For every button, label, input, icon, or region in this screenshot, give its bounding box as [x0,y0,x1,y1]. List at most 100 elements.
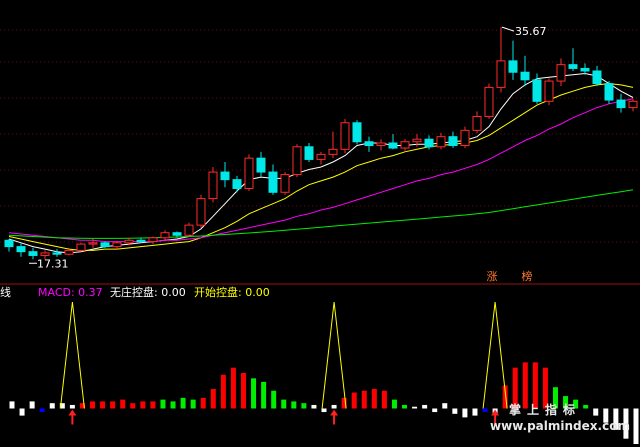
candle-body [304,146,314,160]
candle [256,151,266,178]
indicator-bar [120,399,126,409]
candle [28,247,38,260]
low-price-label: 17.31 [37,257,69,270]
candle-body [160,232,170,239]
indicator-bar [462,408,468,418]
candle-body [4,239,14,248]
candle-body [64,249,74,255]
indicator-legend: 线 MACD: 0.37 无庄控盘: 0.00 开始控盘: 0.00 [0,285,270,299]
indicator-bar [432,408,438,413]
indicator-bar [593,408,599,416]
indicator-bar [29,401,35,409]
candle [568,48,578,71]
indicator-bar [452,408,458,414]
indicator-bar [240,373,246,409]
badges: 涨榜 [487,269,533,283]
watermark-title: 掌上指标 [509,402,581,417]
candle-body [412,138,422,143]
candle-body [232,179,242,189]
candle [304,143,314,162]
indicator-bar [331,404,337,409]
indicator-bar [190,399,196,409]
candle [292,144,302,178]
legend-item-3: 开始控盘: 0.00 [194,285,270,299]
candle-body [448,136,458,147]
indicator-bar [361,390,367,409]
candle-body [424,138,434,148]
arrow-head [491,409,500,416]
candle-body [496,60,506,88]
candle-body [52,252,62,255]
indicator-bar [472,408,478,416]
candle-body [112,242,122,248]
indicator-bar [39,408,45,413]
candle-body [292,146,302,176]
candle-body [76,243,86,251]
indicator-bar [90,401,96,409]
candle [76,242,86,252]
candle [208,167,218,203]
indicator-bar [371,388,377,409]
candle-body [520,71,530,81]
arrow-head [68,409,77,416]
candle [520,55,530,87]
candle [340,118,350,154]
indicator-bar [402,404,408,409]
candle [604,81,614,104]
candle [400,139,410,151]
candle-body [244,157,254,189]
candle [52,249,62,257]
indicator-bar [633,408,639,444]
watermark-url: www.palmindex.com [490,419,630,433]
candle-body [388,142,398,149]
indicator-bar [412,406,418,409]
indicator-bar [130,403,136,409]
candle-body [256,157,266,173]
indicator-bar [210,388,216,409]
candle-body [16,246,26,253]
indicator-bar [351,392,357,409]
arrow-head [330,409,339,416]
candle-body [556,64,566,82]
watermark: 掌上指标 www.palmindex.com [490,402,630,433]
candle-body [628,100,638,109]
candle [496,27,506,93]
peak-line [321,301,347,409]
candle [316,151,326,165]
candle [112,241,122,250]
indicator-bar [291,401,297,409]
indicator-bar [583,404,589,409]
buy-arrow [68,409,77,425]
candle [280,172,290,195]
candle-body [268,171,278,193]
candle [592,65,602,87]
candle-body [148,237,158,243]
candle [484,83,494,119]
candle [448,131,458,149]
indicator-bar [49,403,55,409]
candle-body [544,80,554,102]
candle [460,126,470,149]
indicator-bar [261,381,267,409]
indicator-bar [170,401,176,409]
candle [196,194,206,228]
candle [232,175,242,193]
candle-body [400,141,410,149]
indicator-bar [160,399,166,409]
candle-body [100,242,110,248]
candle-body [340,122,350,150]
indicator-bar [230,367,236,409]
indicator-bar [220,374,226,409]
candle [508,40,518,80]
candle [376,139,386,151]
badge-1: 涨 [487,270,498,283]
indicator-bar [140,401,146,409]
candle-body [604,83,614,101]
candle [580,63,590,75]
indicator-bar [391,399,397,409]
legend-cut-label: 线 [0,285,11,299]
legend-item-2: 无庄控盘: 0.00 [110,285,186,299]
candle-body [616,99,626,109]
candle-body [436,136,446,148]
candle-body [172,232,182,236]
